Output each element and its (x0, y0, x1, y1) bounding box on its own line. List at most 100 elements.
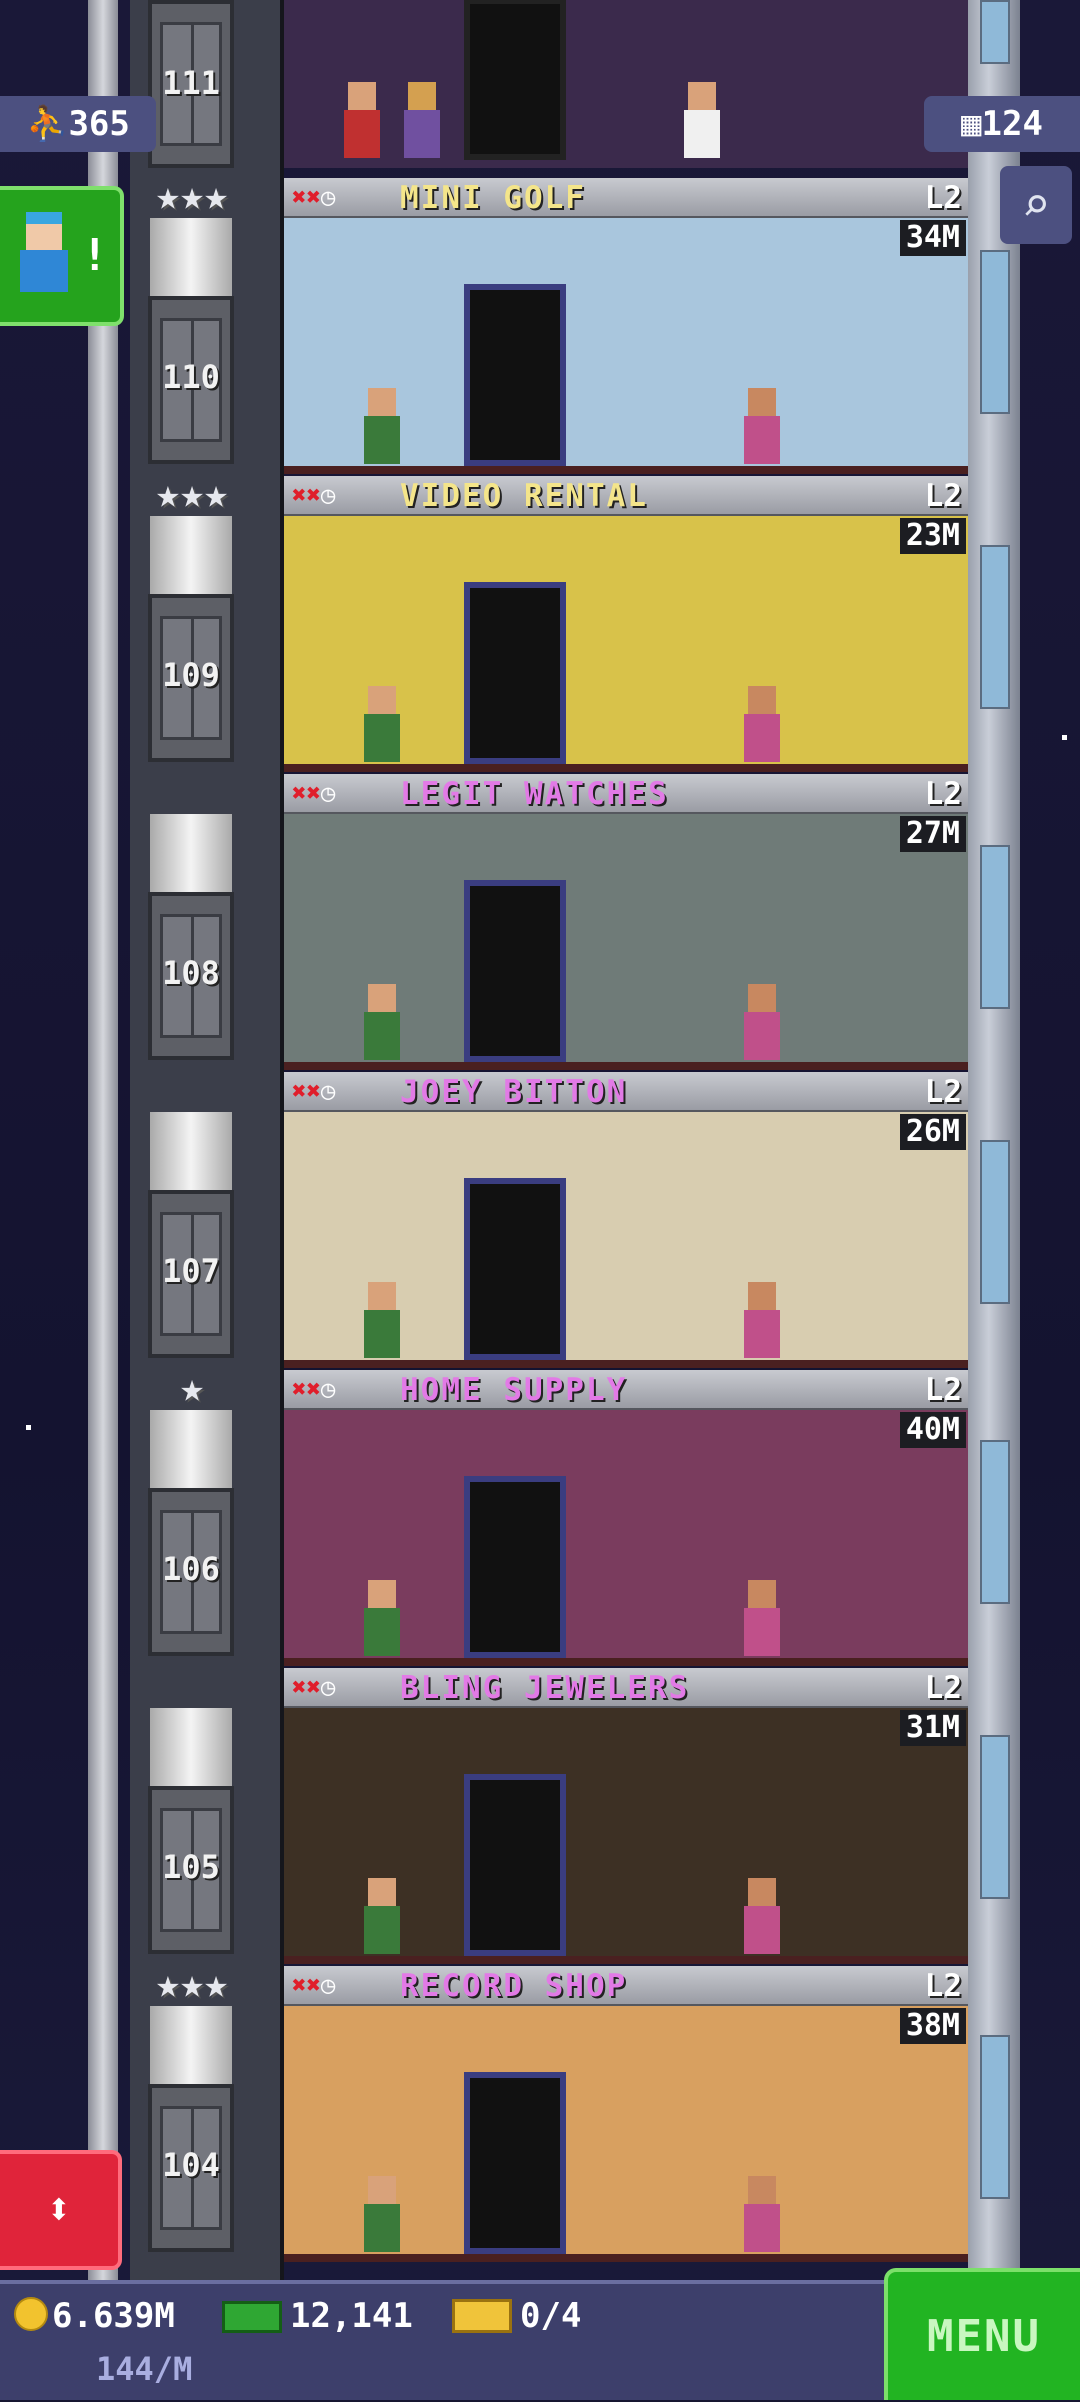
floor-level: L2 (924, 1074, 962, 1110)
floor-price: 31M (899, 1710, 966, 1746)
stock-empty-icon: ✖ (292, 1077, 307, 1105)
status-icons: ✖✖◷ (292, 780, 335, 806)
floor-sign[interactable]: ✖✖◷ LEGIT WATCHES L2 (284, 774, 968, 814)
floor-name: VIDEO RENTAL (400, 478, 648, 514)
alert-icon: ! (81, 230, 109, 281)
floor-stars: ★★★ (155, 1961, 229, 2007)
stock-empty-icon: ✖ (306, 183, 321, 211)
floor-level: L2 (924, 1968, 962, 2004)
floor-106[interactable]: ✖✖◷ HOME SUPPLY L2 40M (284, 1370, 968, 1670)
elevator-button[interactable]: ⬍ (0, 2150, 122, 2270)
population-counter[interactable]: ⛹365 (0, 96, 156, 152)
floor-111-partial[interactable] (284, 0, 968, 170)
bitizen-figure[interactable] (364, 1878, 400, 1954)
floor-price: 34M (899, 220, 966, 256)
door (464, 284, 566, 466)
floor-number: 108 (162, 954, 220, 992)
coin-icon (14, 2297, 48, 2331)
person-icon: ⛹ (26, 104, 69, 144)
floor-price: 27M (899, 816, 966, 852)
bitizen-figure[interactable] (744, 1878, 780, 1954)
floor-level: L2 (924, 1670, 962, 1706)
floor-108[interactable]: ✖✖◷ LEGIT WATCHES L2 27M (284, 774, 968, 1074)
floor-price: 26M (899, 1114, 966, 1150)
status-icons: ✖✖◷ (292, 1078, 335, 1104)
floor-number: 106 (162, 1550, 220, 1588)
floor-price: 23M (899, 518, 966, 554)
vip-visitor-button[interactable]: ! (0, 186, 124, 326)
room-interior (284, 1410, 968, 1666)
tickets-display[interactable]: 0/4 (452, 2296, 581, 2336)
bitizen-figure[interactable] (364, 1282, 400, 1358)
bitizen-figure[interactable] (744, 2176, 780, 2252)
bitizen-figure[interactable] (364, 984, 400, 1060)
floor-110[interactable]: ✖✖◷ MINI GOLF L2 34M (284, 178, 968, 478)
bitizen-figure[interactable] (364, 2176, 400, 2252)
stock-empty-icon: ✖ (306, 1375, 321, 1403)
floor-109[interactable]: ✖✖◷ VIDEO RENTAL L2 23M (284, 476, 968, 776)
clock-icon: ◷ (320, 1971, 336, 1999)
bux-display[interactable]: 12,141 (222, 2296, 413, 2336)
magnifier-icon: ⌕ (1021, 177, 1051, 233)
floor-sign[interactable]: ✖✖◷ RECORD SHOP L2 (284, 1966, 968, 2006)
stock-empty-icon: ✖ (292, 1375, 307, 1403)
door (464, 1178, 566, 1360)
floor-name: JOEY BITTON (400, 1074, 628, 1110)
status-icons: ✖✖◷ (292, 184, 335, 210)
floor-sign[interactable]: ✖✖◷ MINI GOLF L2 (284, 178, 968, 218)
resident-figure[interactable] (344, 82, 380, 158)
stock-empty-icon: ✖ (292, 1971, 307, 1999)
floor-ground (284, 1062, 968, 1070)
clock-icon: ◷ (320, 481, 336, 509)
menu-button[interactable]: MENU (884, 2268, 1080, 2400)
floor-count-value: 124 (981, 104, 1043, 144)
bitizen-figure[interactable] (744, 388, 780, 464)
floor-ground (284, 764, 968, 772)
stock-empty-icon: ✖ (292, 183, 307, 211)
floor-sign[interactable]: ✖✖◷ HOME SUPPLY L2 (284, 1370, 968, 1410)
bitizen-figure[interactable] (744, 1282, 780, 1358)
floor-104[interactable]: ✖✖◷ RECORD SHOP L2 38M (284, 1966, 968, 2266)
stock-empty-icon: ✖ (292, 779, 307, 807)
door (464, 2072, 566, 2254)
resident-figure[interactable] (684, 82, 720, 158)
bitizen-figure[interactable] (364, 686, 400, 762)
floor-107[interactable]: ✖✖◷ JOEY BITTON L2 26M (284, 1072, 968, 1372)
clock-icon: ◷ (320, 1673, 336, 1701)
floor-count[interactable]: ▦124 (924, 96, 1080, 152)
floor-number: 107 (162, 1252, 220, 1290)
stock-empty-icon: ✖ (306, 779, 321, 807)
coins-display[interactable]: 6.639M (14, 2296, 175, 2336)
bux-icon (222, 2301, 282, 2333)
bitizen-figure[interactable] (364, 1580, 400, 1656)
bitizen-figure[interactable] (744, 984, 780, 1060)
floor-sign[interactable]: ✖✖◷ BLING JEWELERS L2 (284, 1668, 968, 1708)
room-interior (284, 1708, 968, 1964)
clock-icon: ◷ (320, 183, 336, 211)
resident-figure[interactable] (404, 82, 440, 158)
coin-rate: 144/M (96, 2350, 193, 2388)
floor-price: 38M (899, 2008, 966, 2044)
bitizen-figure[interactable] (744, 686, 780, 762)
coins-value: 6.639M (52, 2296, 175, 2336)
floor-number: 110 (162, 358, 220, 396)
floor-sign[interactable]: ✖✖◷ JOEY BITTON L2 (284, 1072, 968, 1112)
floor-number: 109 (162, 656, 220, 694)
search-button[interactable]: ⌕ (1000, 166, 1072, 244)
floor-105[interactable]: ✖✖◷ BLING JEWELERS L2 31M (284, 1668, 968, 1968)
bitizen-figure[interactable] (364, 388, 400, 464)
floor-ground (284, 2254, 968, 2262)
population-value: 365 (68, 104, 130, 144)
stock-empty-icon: ✖ (292, 1673, 307, 1701)
stock-empty-icon: ✖ (292, 481, 307, 509)
bitizen-figure[interactable] (744, 1580, 780, 1656)
stock-empty-icon: ✖ (306, 1971, 321, 1999)
floor-sign[interactable]: ✖✖◷ VIDEO RENTAL L2 (284, 476, 968, 516)
floor-stars: ★★★ (155, 471, 229, 517)
star-decoration (26, 1425, 31, 1430)
up-down-arrows-icon: ⬍ (45, 2184, 73, 2235)
door (464, 0, 566, 160)
door (464, 582, 566, 764)
floor-number: 111 (162, 64, 220, 102)
floor-price: 40M (899, 1412, 966, 1448)
